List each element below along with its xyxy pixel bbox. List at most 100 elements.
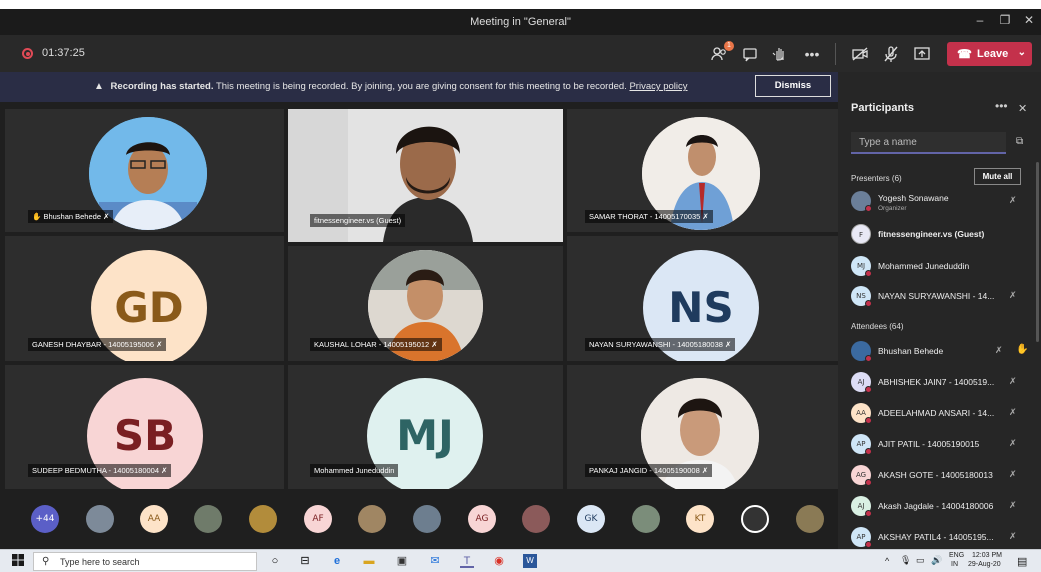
participant-row[interactable]: Bhushan Behede ✗ ✋ bbox=[851, 341, 1031, 363]
language-indicator[interactable]: ENG bbox=[949, 552, 964, 559]
show-conversation-button[interactable] bbox=[740, 44, 760, 64]
clock-time[interactable]: 12:03 PM bbox=[972, 552, 1002, 559]
close-window-button[interactable]: ✕ bbox=[1022, 13, 1036, 27]
leave-button[interactable]: ☎ Leave ⌄ bbox=[947, 42, 1032, 66]
participant-search-input[interactable] bbox=[851, 132, 1006, 154]
share-content-button[interactable] bbox=[912, 44, 932, 64]
participant-row[interactable]: NS NAYAN SURYAWANSHI - 14... ✗ bbox=[851, 286, 1031, 308]
recording-banner: ▲ Recording has started. This meeting is… bbox=[0, 72, 838, 102]
participant-tile[interactable]: PANKAJ JANGID - 14005190008 ✗ bbox=[567, 365, 838, 489]
tray-avatar[interactable] bbox=[413, 505, 441, 533]
participant-tile[interactable]: KAUSHAL LOHAR - 14005195012 ✗ bbox=[288, 246, 563, 361]
participant-row[interactable]: MJ Mohammed Juneduddin bbox=[851, 256, 1031, 278]
attendees-header[interactable]: Attendees (64) bbox=[851, 322, 903, 331]
participants-badge: 1 bbox=[724, 41, 734, 51]
file-explorer-icon[interactable]: ▬ bbox=[362, 554, 376, 568]
tray-avatar[interactable]: KT bbox=[686, 505, 714, 533]
word-icon[interactable]: W bbox=[523, 554, 537, 568]
banner-text: This meeting is being recorded. By joini… bbox=[215, 81, 627, 92]
meeting-toolbar: 01:37:25 1 ••• ☎ Leave ⌄ bbox=[0, 35, 1041, 72]
participant-row[interactable]: Yogesh Sonawane Organizer ✗ bbox=[851, 191, 1031, 213]
presenters-header[interactable]: Presenters (6) bbox=[851, 174, 902, 183]
mic-toggle-button[interactable] bbox=[881, 44, 901, 64]
mic-off-icon: ✗ bbox=[725, 340, 732, 349]
tray-avatar[interactable] bbox=[249, 505, 277, 533]
tray-avatar[interactable] bbox=[796, 505, 824, 533]
privacy-policy-link[interactable]: Privacy policy bbox=[629, 81, 687, 92]
meeting-timer: 01:37:25 bbox=[42, 47, 85, 59]
participant-row[interactable]: AJ ABHISHEK JAIN7 - 1400519... ✗ bbox=[851, 372, 1031, 394]
participant-tile[interactable]: fitnessengineer.vs (Guest) bbox=[288, 109, 563, 242]
avatar: AA bbox=[851, 403, 872, 424]
microphone-icon[interactable]: 🎙 bbox=[900, 555, 911, 566]
participant-tile[interactable]: GD GANESH DHAYBAR - 14005195006 ✗ bbox=[5, 236, 284, 361]
restore-button[interactable]: ❐ bbox=[998, 13, 1012, 27]
mic-off-icon: ✗ bbox=[1009, 376, 1017, 386]
more-actions-button[interactable]: ••• bbox=[802, 44, 822, 64]
participant-role: Organizer bbox=[878, 205, 907, 212]
tray-avatar[interactable] bbox=[741, 505, 769, 533]
network-icon[interactable]: ▭ bbox=[916, 555, 925, 566]
participant-name: fitnessengineer.vs (Guest) bbox=[878, 229, 985, 239]
notification-icon[interactable]: ▤ bbox=[1017, 555, 1027, 568]
mail-icon[interactable]: ✉ bbox=[428, 554, 442, 568]
minimize-button[interactable]: – bbox=[973, 13, 987, 27]
tray-overflow-icon[interactable]: ^ bbox=[885, 556, 889, 566]
taskbar-search-input[interactable]: ⚲ Type here to search bbox=[33, 552, 257, 571]
cortana-icon[interactable]: ○ bbox=[268, 554, 282, 568]
toolbar-divider bbox=[835, 43, 836, 65]
tray-avatar[interactable]: AG bbox=[468, 505, 496, 533]
video-stage: ✋ Bhushan Behede ✗ fitnessengineer.vs (G… bbox=[0, 102, 838, 489]
participant-row[interactable]: AJ Akash Jagdale - 14004180006 ✗ bbox=[851, 496, 1031, 518]
avatar bbox=[851, 191, 872, 212]
participant-row[interactable]: AP AKSHAY PATIL4 - 14005195... ✗ bbox=[851, 527, 1031, 549]
participant-row[interactable]: AG AKASH GOTE - 14005180013 ✗ bbox=[851, 465, 1031, 487]
tray-avatar[interactable] bbox=[194, 505, 222, 533]
participant-tile[interactable]: SB SUDEEP BEDMUTHA - 14005180004 ✗ bbox=[5, 365, 284, 489]
share-invite-icon[interactable]: ⧉ bbox=[1016, 136, 1023, 147]
raise-hand-button[interactable] bbox=[770, 44, 790, 64]
participant-label: Mohammed Juneduddin bbox=[310, 464, 399, 477]
volume-icon[interactable]: 🔊 bbox=[931, 555, 942, 566]
avatar: F bbox=[851, 224, 871, 244]
title-bar: Meeting in "General" – ❐ ✕ bbox=[0, 9, 1041, 35]
clock-date[interactable]: 29-Aug-20 bbox=[968, 561, 1001, 568]
overflow-participants-button[interactable]: +44 bbox=[31, 505, 59, 533]
task-view-icon[interactable]: ⊟ bbox=[298, 554, 312, 568]
participant-tile[interactable]: NS NAYAN SURYAWANSHI - 14005180038 ✗ bbox=[567, 236, 838, 361]
teams-icon[interactable]: T bbox=[460, 554, 474, 568]
tray-avatar[interactable]: AF bbox=[304, 505, 332, 533]
participant-row[interactable]: AP AJIT PATIL - 14005190015 ✗ bbox=[851, 434, 1031, 456]
tray-avatar[interactable]: AA bbox=[140, 505, 168, 533]
show-participants-button[interactable]: 1 bbox=[710, 41, 734, 64]
chat-icon bbox=[743, 48, 757, 62]
participant-row[interactable]: AA ADEELAHMAD ANSARI - 14... ✗ bbox=[851, 403, 1031, 425]
panel-close-button[interactable]: ✕ bbox=[1018, 102, 1027, 115]
windows-start-icon[interactable] bbox=[11, 554, 25, 568]
tray-avatar[interactable] bbox=[522, 505, 550, 533]
windows-taskbar: ⚲ Type here to search ○ ⊟ e ▬ ▣ ✉ T ◉ W … bbox=[0, 549, 1041, 572]
dismiss-button[interactable]: Dismiss bbox=[755, 75, 831, 97]
camera-toggle-button[interactable] bbox=[850, 44, 870, 64]
edge-icon[interactable]: e bbox=[330, 554, 344, 568]
participant-label: SAMAR THORAT - 14005170035 ✗ bbox=[585, 210, 713, 223]
participant-label: NAYAN SURYAWANSHI - 14005180038 ✗ bbox=[585, 338, 736, 351]
share-screen-icon bbox=[914, 47, 930, 60]
hand-icon bbox=[772, 48, 784, 61]
tray-avatar[interactable] bbox=[358, 505, 386, 533]
panel-scrollbar[interactable] bbox=[1036, 162, 1039, 342]
mute-all-button[interactable]: Mute all bbox=[974, 168, 1021, 185]
participant-tile[interactable]: SAMAR THORAT - 14005170035 ✗ bbox=[567, 109, 838, 232]
participant-name: Bhushan Behede bbox=[878, 346, 944, 356]
tray-avatar[interactable] bbox=[86, 505, 114, 533]
chevron-down-icon[interactable]: ⌄ bbox=[1018, 47, 1026, 58]
tray-avatar[interactable] bbox=[632, 505, 660, 533]
tray-avatar[interactable]: GK bbox=[577, 505, 605, 533]
raised-hand-icon: ✋ bbox=[1016, 344, 1029, 355]
store-icon[interactable]: ▣ bbox=[395, 554, 409, 568]
chrome-icon[interactable]: ◉ bbox=[492, 554, 506, 568]
participant-row[interactable]: F fitnessengineer.vs (Guest) bbox=[851, 224, 1031, 246]
participant-tile[interactable]: ✋ Bhushan Behede ✗ bbox=[5, 109, 284, 232]
participant-tile[interactable]: MJ Mohammed Juneduddin bbox=[288, 365, 563, 489]
panel-more-button[interactable]: ••• bbox=[995, 99, 1008, 113]
